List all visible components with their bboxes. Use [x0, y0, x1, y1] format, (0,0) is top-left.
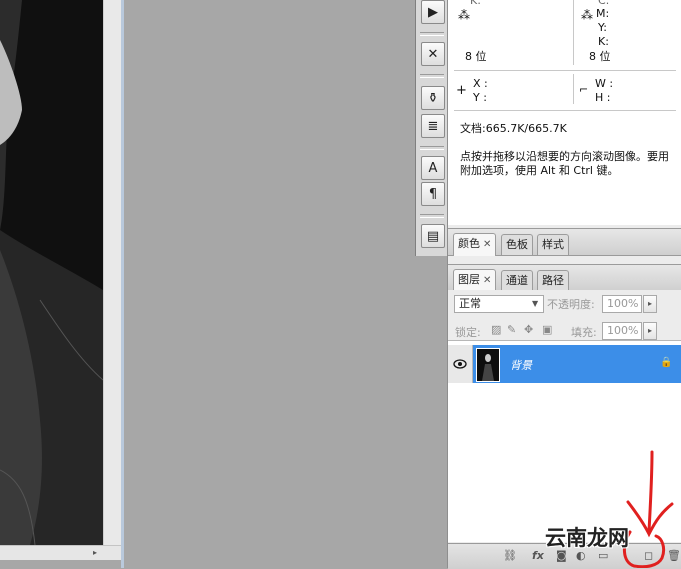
- horizontal-scrollbar[interactable]: ▸: [0, 545, 121, 560]
- tab-channels-label: 通道: [506, 274, 528, 287]
- info-panel: K: C: ⁂ ⁂ M: Y: K: 8 位 8 位 + X : Y : ⌐ W…: [448, 0, 681, 225]
- tab-color[interactable]: 颜色 ✕: [453, 233, 497, 256]
- info-divider-h: [454, 70, 676, 71]
- layers-panel-tabbar: 图层 ✕ 通道 路径: [448, 264, 681, 292]
- chevron-down-icon: ▼: [532, 299, 539, 308]
- info-bits-right: 8 位: [589, 50, 611, 63]
- doc-size-text: 文档:665.7K/665.7K: [460, 122, 567, 135]
- window-frame: [121, 0, 124, 568]
- info-w-label: W :: [595, 77, 614, 90]
- close-icon[interactable]: ✕: [483, 275, 491, 286]
- tab-styles-label: 样式: [542, 238, 564, 251]
- brushes-icon[interactable]: ≣: [421, 114, 445, 138]
- paragraph-icon[interactable]: ¶: [421, 182, 445, 206]
- hint-text: 点按并拖移以沿想要的方向滚动图像。要用 附加选项，使用 Alt 和 Ctrl 键…: [460, 150, 669, 177]
- notes-icon[interactable]: ▤: [421, 224, 445, 248]
- lock-icon: 🔒: [660, 357, 673, 368]
- eyedropper-cmyk-icon: ⁂: [581, 8, 593, 22]
- opacity-label: 不透明度:: [547, 298, 595, 311]
- strip-divider: [420, 214, 444, 218]
- lock-all-icon[interactable]: ▣: [542, 323, 552, 336]
- vertical-scrollbar[interactable]: [103, 0, 122, 545]
- character-icon[interactable]: A: [421, 156, 445, 180]
- info-y-label: Y:: [598, 21, 607, 34]
- layer-name[interactable]: 背景: [510, 357, 532, 373]
- layer-row-background[interactable]: 背景 🔒: [448, 345, 681, 383]
- info-k2-label: K:: [598, 35, 609, 48]
- info-k-label: K:: [470, 0, 481, 7]
- tab-color-label: 颜色: [458, 237, 480, 250]
- strip-divider: [420, 146, 444, 150]
- close-icon[interactable]: ✕: [483, 239, 491, 250]
- fx-icon[interactable]: fx: [532, 549, 544, 562]
- photo-image: [0, 0, 103, 545]
- tab-channels[interactable]: 通道: [501, 270, 533, 291]
- crosshair-icon: +: [456, 83, 467, 98]
- color-panel-tabbar: 颜色 ✕ 色板 样式: [448, 228, 681, 256]
- tab-swatches[interactable]: 色板: [501, 234, 533, 255]
- tab-paths-label: 路径: [542, 274, 564, 287]
- info-divider-v2: [573, 74, 574, 104]
- lock-position-icon[interactable]: ✥: [524, 323, 533, 336]
- fill-value: 100%: [607, 324, 639, 337]
- strip-divider: [420, 32, 444, 36]
- actions-play-icon[interactable]: ▶: [421, 0, 445, 24]
- info-bits-left: 8 位: [465, 50, 487, 63]
- strip-divider: [420, 74, 444, 78]
- info-divider-h2: [454, 110, 676, 111]
- tab-layers[interactable]: 图层 ✕: [453, 269, 497, 292]
- info-x-label: X :: [473, 77, 488, 90]
- opacity-input[interactable]: 100%: [602, 295, 642, 313]
- opacity-slider-button[interactable]: ▸: [643, 295, 657, 313]
- link-layers-icon[interactable]: ⛓: [503, 549, 517, 562]
- info-divider-v: [573, 0, 574, 65]
- tab-swatches-label: 色板: [506, 238, 528, 251]
- eyedropper-icon: ⁂: [458, 8, 470, 22]
- tab-paths[interactable]: 路径: [537, 270, 569, 291]
- layer-thumbnail: [476, 348, 500, 382]
- panel-icon-strip: ▶ ✕ ⚱ ≣ A ¶ ▤: [415, 0, 449, 256]
- tab-styles[interactable]: 样式: [537, 234, 569, 255]
- info-m-label: M:: [596, 7, 610, 20]
- scroll-right-arrow-icon[interactable]: ▸: [93, 548, 97, 557]
- watermark-text: 云南龙网: [545, 525, 629, 550]
- lock-transparency-icon[interactable]: ▨: [491, 323, 501, 336]
- tool-presets-icon[interactable]: ✕: [421, 42, 445, 66]
- info-h-label: H :: [595, 91, 611, 104]
- selection-size-icon: ⌐: [579, 83, 589, 96]
- document-canvas[interactable]: [0, 0, 103, 545]
- info-c-label: C:: [598, 0, 610, 7]
- info-y-coord-label: Y :: [473, 91, 487, 104]
- lock-label: 锁定:: [455, 326, 481, 339]
- tab-layers-label: 图层: [458, 273, 480, 286]
- clone-source-icon[interactable]: ⚱: [421, 86, 445, 110]
- fill-slider-button[interactable]: ▸: [643, 322, 657, 340]
- fill-label: 填充:: [571, 326, 597, 339]
- blend-mode-value: 正常: [459, 297, 481, 310]
- opacity-value: 100%: [607, 297, 639, 310]
- blend-mode-select[interactable]: 正常: [454, 295, 544, 313]
- lock-pixels-icon[interactable]: ✎: [507, 323, 516, 336]
- fill-input[interactable]: 100%: [602, 322, 642, 340]
- eye-icon[interactable]: [448, 345, 473, 383]
